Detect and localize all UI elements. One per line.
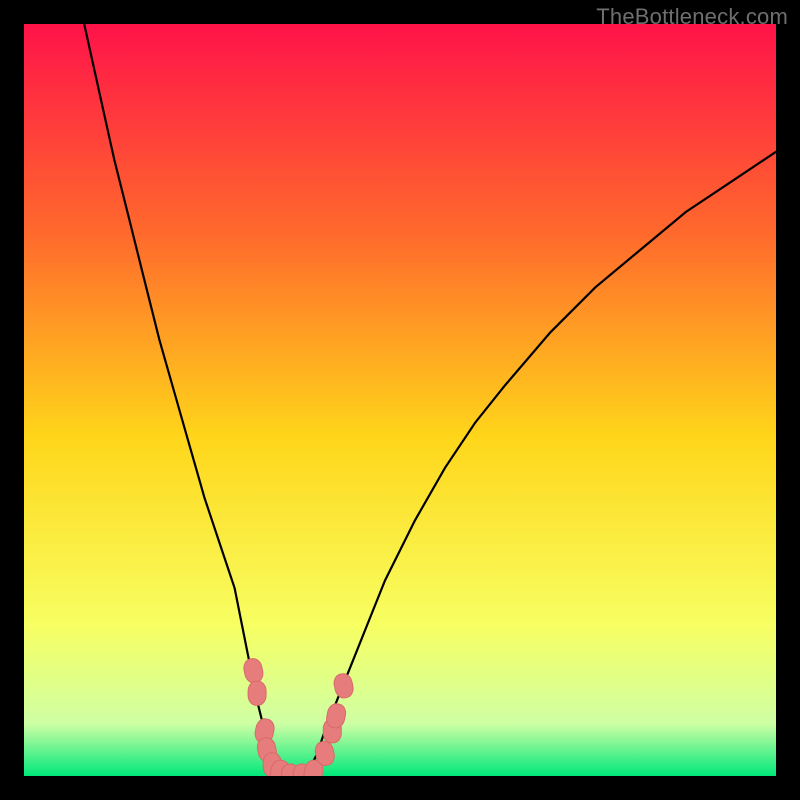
plot-area — [24, 24, 776, 776]
marker-point — [248, 681, 266, 705]
gradient-background — [24, 24, 776, 776]
outer-frame: TheBottleneck.com — [0, 0, 800, 800]
chart-svg — [24, 24, 776, 776]
